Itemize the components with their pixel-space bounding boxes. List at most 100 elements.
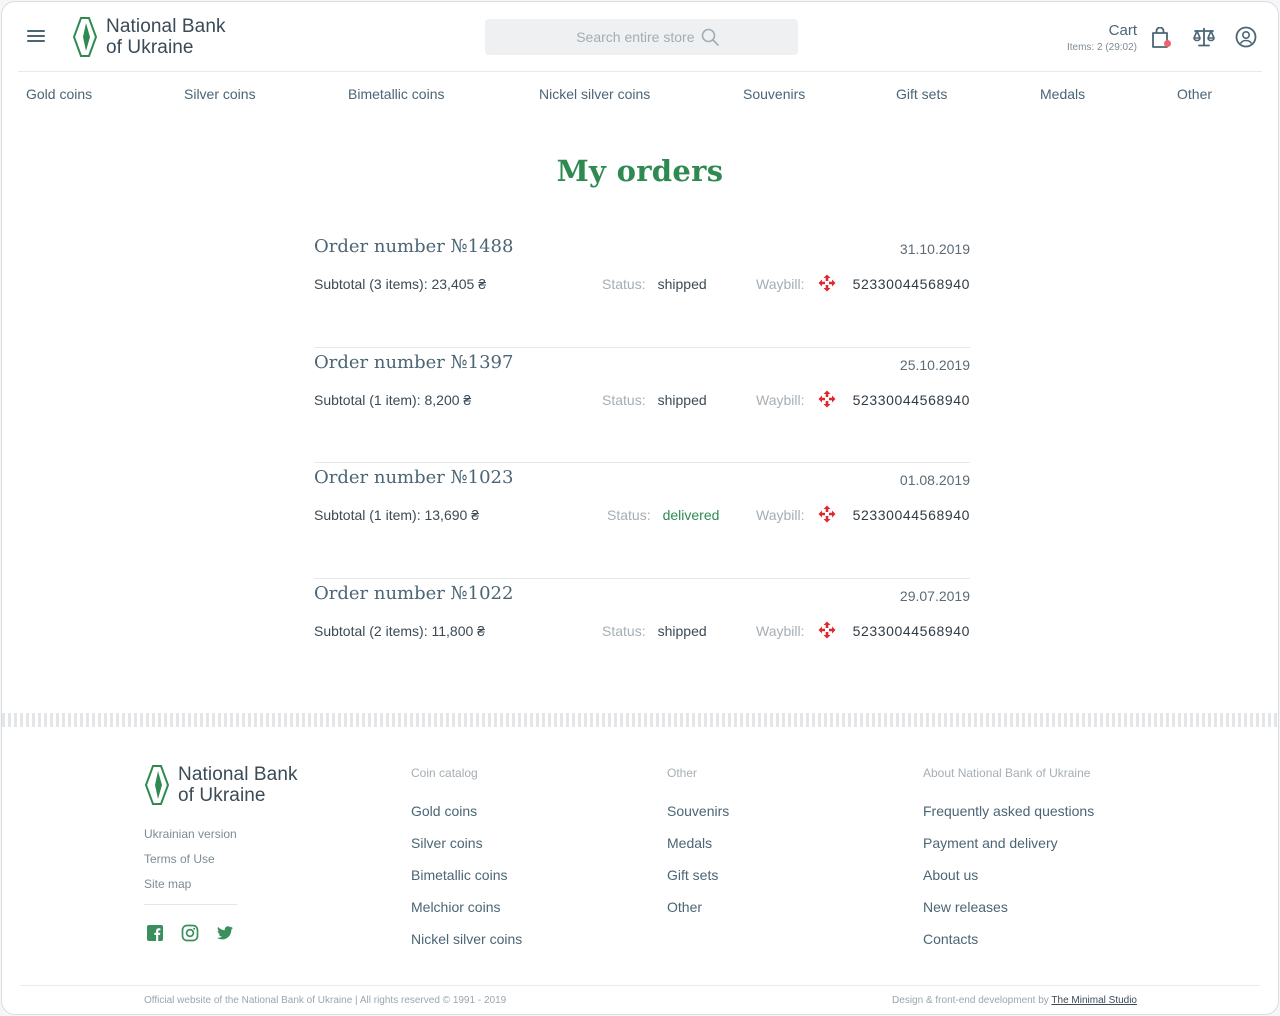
- instagram-icon[interactable]: [181, 924, 199, 942]
- order-status: Status: delivered: [607, 507, 719, 523]
- footer-col-coin-catalog: Coin catalog Gold coins Silver coins Bim…: [411, 765, 522, 955]
- order-item: Order number №1488 31.10.2019 Subtotal (…: [314, 232, 970, 348]
- waybill-number[interactable]: 52330044568940: [853, 507, 970, 523]
- credits-prefix: Design & front-end development by: [892, 995, 1052, 1006]
- order-item: Order number №1022 29.07.2019 Subtotal (…: [314, 579, 970, 695]
- category-nav: Gold coins Silver coins Bimetallic coins…: [2, 72, 1278, 116]
- ukrainian-version-link[interactable]: Ukrainian version: [144, 822, 237, 847]
- nav-item-nickel-silver-coins[interactable]: Nickel silver coins: [539, 86, 650, 102]
- order-date: 29.07.2019: [899, 587, 970, 604]
- nav-item-other[interactable]: Other: [1177, 86, 1212, 102]
- order-status: Status: shipped: [602, 623, 707, 639]
- status-value: shipped: [657, 276, 707, 292]
- order-item: Order number №1397 25.10.2019 Subtotal (…: [314, 348, 970, 463]
- status-label: Status:: [602, 391, 646, 408]
- footer-link-payment-delivery[interactable]: Payment and delivery: [923, 827, 1094, 859]
- credits: Design & front-end development by The Mi…: [892, 995, 1137, 1006]
- footer-col-heading: Coin catalog: [411, 766, 478, 780]
- footer-logo-line-2: of Ukraine: [178, 785, 266, 806]
- order-date: 31.10.2019: [899, 241, 970, 257]
- footer-col-heading: Other: [667, 766, 698, 780]
- cart-button[interactable]: Cart Items: 2 (29:02): [1067, 22, 1137, 54]
- search-input[interactable]: [564, 29, 695, 45]
- terms-of-use-link[interactable]: Terms of Use: [144, 847, 237, 872]
- footer-logo[interactable]: National Bank of Ukraine: [144, 764, 298, 806]
- order-subtotal: Subtotal (2 items): 11,800 ₴: [314, 622, 485, 639]
- nav-item-medals[interactable]: Medals: [1040, 86, 1085, 102]
- footer-col-about: About National Bank of Ukraine Frequentl…: [923, 765, 1094, 955]
- status-label: Status:: [602, 622, 646, 639]
- order-title[interactable]: Order number №1397: [314, 352, 513, 373]
- search-icon[interactable]: [701, 28, 719, 46]
- footer-bottom-divider: [20, 985, 1260, 986]
- order-title[interactable]: Order number №1022: [314, 583, 513, 604]
- footer-logo-text: National Bank of Ukraine: [178, 764, 298, 806]
- logo-text: National Bank of Ukraine: [106, 16, 226, 58]
- logo-line-1: National Bank: [106, 16, 226, 37]
- footer-link-about-us[interactable]: About us: [923, 859, 1094, 891]
- facebook-icon[interactable]: [146, 924, 164, 942]
- cart-title: Cart: [1108, 22, 1137, 39]
- twitter-icon[interactable]: [216, 924, 234, 942]
- nbu-logo-icon: [144, 765, 170, 805]
- search-box[interactable]: [485, 19, 798, 55]
- scales-compare-icon[interactable]: [1192, 26, 1216, 48]
- nova-poshta-icon: [818, 390, 836, 407]
- nova-poshta-icon: [818, 621, 836, 638]
- waybill-label: Waybill:: [756, 391, 805, 408]
- footer-col-other: Other Souvenirs Medals Gift sets Other: [667, 765, 729, 923]
- order-date: 01.08.2019: [899, 472, 970, 488]
- order-item: Order number №1023 01.08.2019 Subtotal (…: [314, 463, 970, 579]
- order-subtotal: Subtotal (1 item): 13,690 ₴: [314, 507, 479, 523]
- order-date: 25.10.2019: [899, 356, 970, 373]
- waybill-label: Waybill:: [756, 276, 805, 292]
- studio-link[interactable]: The Minimal Studio: [1051, 995, 1137, 1006]
- user-account-icon[interactable]: [1235, 26, 1257, 48]
- nav-item-bimetallic-coins[interactable]: Bimetallic coins: [348, 86, 444, 102]
- nav-item-souvenirs[interactable]: Souvenirs: [743, 86, 805, 102]
- nova-poshta-icon: [818, 274, 836, 292]
- order-status: Status: shipped: [602, 392, 707, 408]
- page-title: My orders: [556, 154, 724, 188]
- footer-col-heading: About National Bank of Ukraine: [923, 766, 1091, 780]
- footer-link-new-releases[interactable]: New releases: [923, 891, 1094, 923]
- waybill-label: Waybill:: [756, 507, 805, 523]
- order-subtotal: Subtotal (3 items): 23,405 ₴: [314, 276, 486, 292]
- footer-link-nickel-silver-coins[interactable]: Nickel silver coins: [411, 923, 522, 955]
- footer-link-silver-coins[interactable]: Silver coins: [411, 827, 522, 859]
- logo[interactable]: National Bank of Ukraine: [72, 16, 226, 58]
- order-title[interactable]: Order number №1488: [314, 236, 513, 257]
- footer-link-contacts[interactable]: Contacts: [923, 923, 1094, 955]
- header: National Bank of Ukraine Cart Items: 2 (…: [2, 2, 1278, 72]
- footer-link-gift-sets[interactable]: Gift sets: [667, 859, 729, 891]
- footer-stripe: [2, 713, 1278, 727]
- nova-poshta-icon: [818, 505, 836, 523]
- nbu-logo-icon: [72, 17, 98, 57]
- footer-link-other[interactable]: Other: [667, 891, 729, 923]
- nav-item-gift-sets[interactable]: Gift sets: [896, 86, 947, 102]
- copyright-text: Official website of the National Bank of…: [144, 995, 507, 1006]
- waybill-number[interactable]: 52330044568940: [853, 623, 970, 639]
- nav-item-gold-coins[interactable]: Gold coins: [26, 86, 92, 102]
- order-title[interactable]: Order number №1023: [314, 467, 513, 488]
- footer-link-bimetallic-coins[interactable]: Bimetallic coins: [411, 859, 522, 891]
- waybill-number[interactable]: 52330044568940: [853, 276, 970, 292]
- waybill-number[interactable]: 52330044568940: [853, 392, 970, 408]
- site-map-link[interactable]: Site map: [144, 872, 237, 897]
- footer-logo-line-1: National Bank: [178, 764, 298, 785]
- order-subtotal: Subtotal (1 item): 8,200 ₴: [314, 391, 472, 408]
- status-label: Status:: [607, 507, 651, 523]
- hamburger-menu-icon[interactable]: [27, 28, 45, 44]
- status-value: shipped: [657, 391, 707, 408]
- nav-item-silver-coins[interactable]: Silver coins: [184, 86, 256, 102]
- footer-link-souvenirs[interactable]: Souvenirs: [667, 795, 729, 827]
- status-value: shipped: [657, 622, 707, 639]
- waybill-label: Waybill:: [756, 622, 805, 639]
- footer-small-links: Ukrainian version Terms of Use Site map: [144, 822, 237, 897]
- footer-link-gold-coins[interactable]: Gold coins: [411, 795, 522, 827]
- footer-link-melchior-coins[interactable]: Melchior coins: [411, 891, 522, 923]
- footer-link-medals[interactable]: Medals: [667, 827, 729, 859]
- footer-link-faq[interactable]: Frequently asked questions: [923, 795, 1094, 827]
- status-label: Status:: [602, 276, 646, 292]
- app-frame: National Bank of Ukraine Cart Items: 2 (…: [1, 1, 1279, 1015]
